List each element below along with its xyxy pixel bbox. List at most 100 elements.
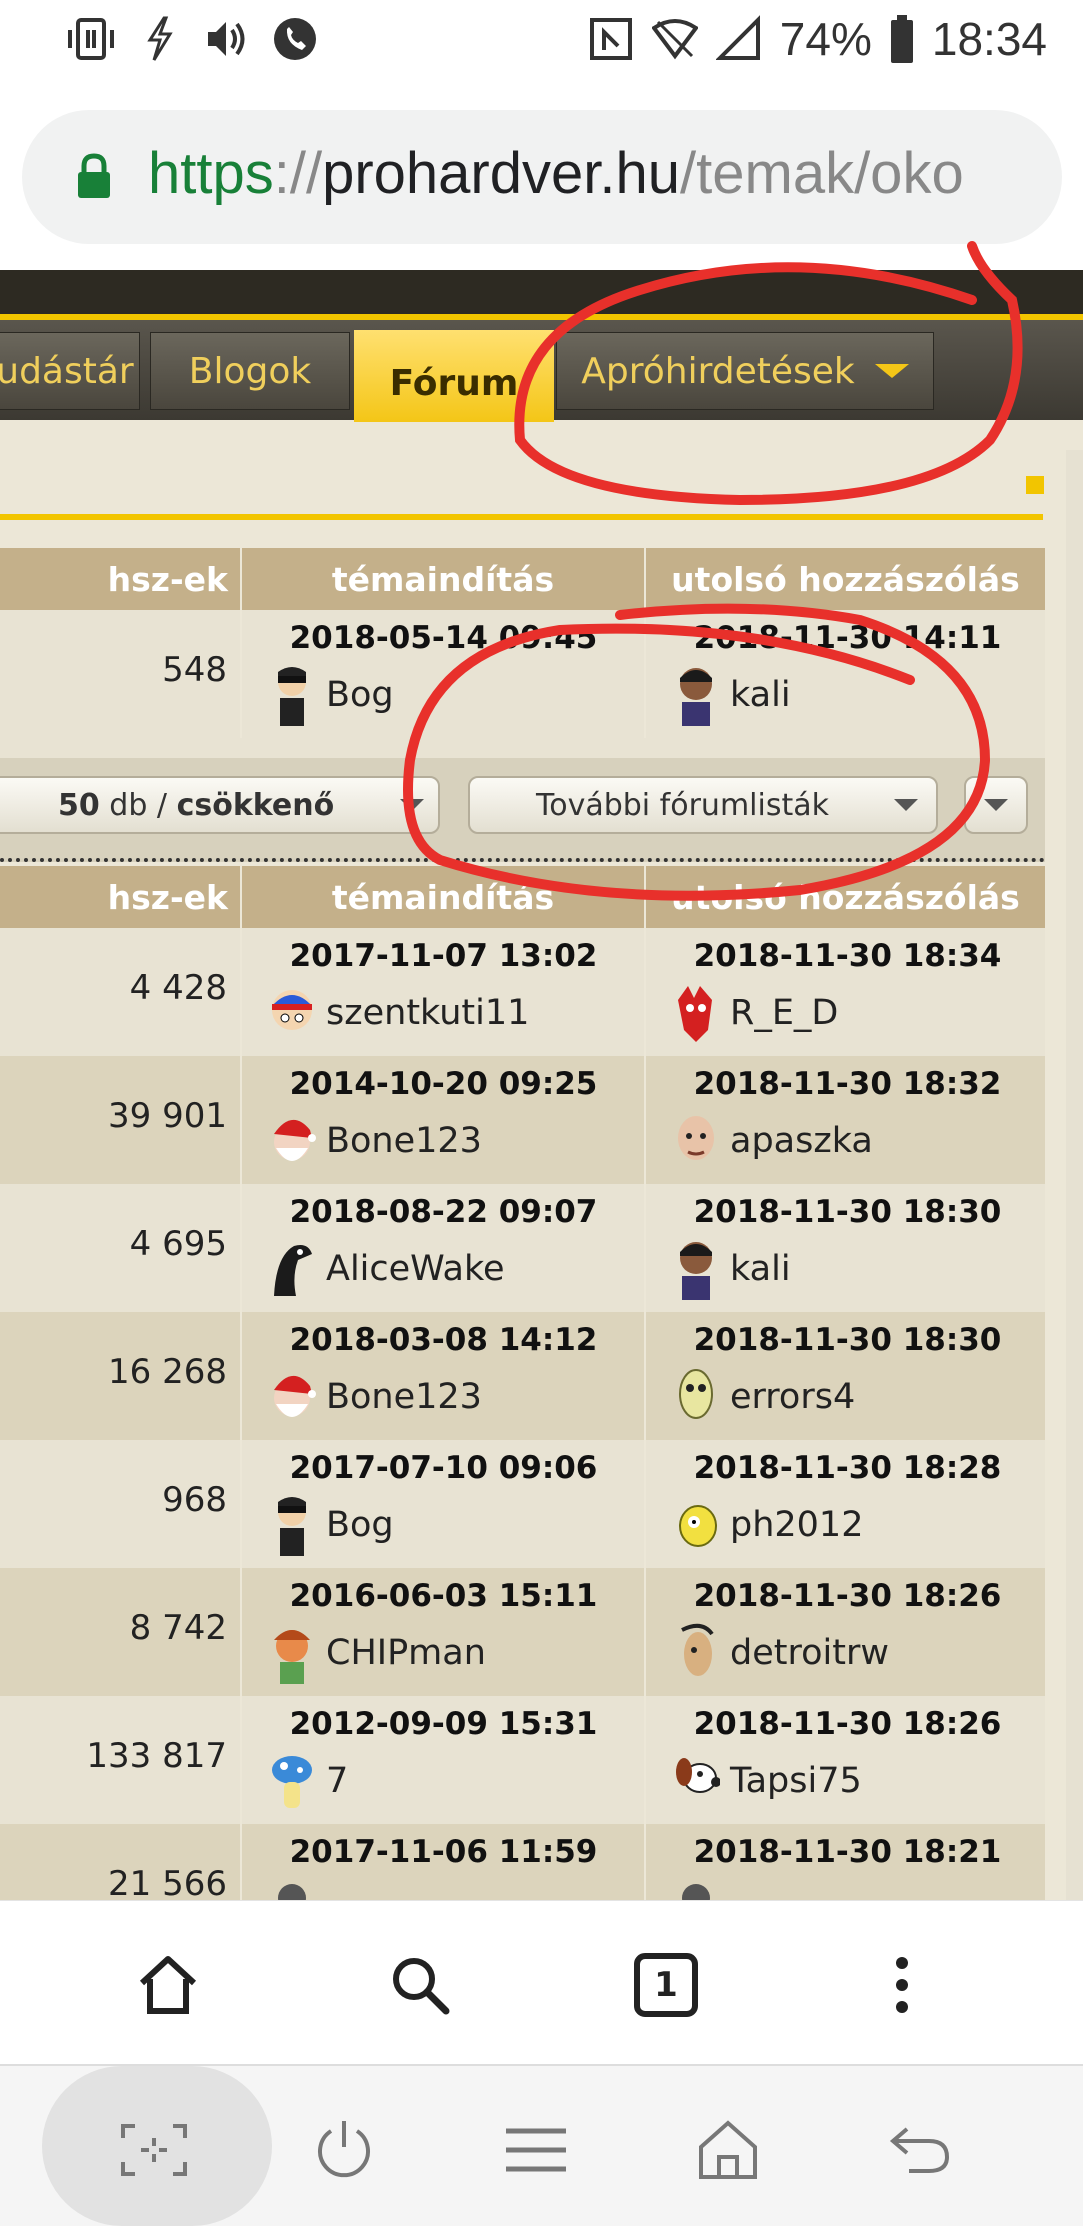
table-row[interactable]: 4 428 2017-11-07 13:02 szentkuti11 2018-11-… [0,928,1045,1056]
user-link[interactable]: CHIPman [326,1633,486,1673]
avatar [278,1884,306,1900]
last-post: 2018-11-30 18:26 Tapsi75 [650,1706,1045,1801]
last-date: 2018-11-30 14:11 [693,620,1002,656]
table-row[interactable]: 21 566 2017-11-06 11:59 2018-11-30 18:21 [0,1824,1045,1900]
post-count: 39 901 [108,1096,227,1136]
status-icons-left [68,14,318,64]
system-nav-bar [0,2066,1083,2226]
start-date: 2017-11-06 11:59 [289,1834,598,1870]
lock-icon [78,153,110,198]
tab-aprohirdetesek[interactable]: Apróhirdetések [556,332,934,410]
user-link[interactable]: detroitrw [730,1633,889,1673]
post-count: 4 428 [129,968,227,1008]
table-row[interactable]: 8 742 2016-06-03 15:11 CHIPman 2018-11-30 1… [0,1568,1045,1696]
avatar [274,1245,312,1296]
topic-start: 2014-10-20 09:25 Bone123 [246,1066,641,1161]
avatar [278,1497,306,1556]
menu-button[interactable] [862,1945,942,2025]
table-row[interactable]: 39 901 2014-10-20 09:25 Bone123 2018-11-30 … [0,1056,1045,1184]
user-link[interactable]: apaszka [730,1121,873,1161]
user-link[interactable]: szentkuti11 [326,993,529,1033]
home-button[interactable] [128,1945,208,2025]
browser-bottom-bar: 1 [0,1900,1083,2066]
tab-tudastar[interactable]: udástár [0,332,140,410]
last-date: 2018-11-30 18:26 [693,1578,1002,1614]
power-button[interactable] [304,2110,384,2190]
sort-select[interactable]: 50 db / csökkenő [0,776,440,834]
start-date: 2012-09-09 15:31 [289,1706,598,1742]
table-row[interactable]: 968 2017-07-10 09:06 Bog 2018-11-30 18:28 ph… [0,1440,1045,1568]
column-header-count[interactable]: hsz-ek [0,548,240,610]
status-bar: 74% 18:34 [0,0,1083,84]
topic-start: 2018-05-14 09:45 Bog [246,620,641,726]
url-bar[interactable]: https://prohardver.hu/temak/oko [22,110,1062,244]
home-outline-icon [699,2120,757,2179]
user-link[interactable]: Bog [326,675,394,715]
post-count: 21 566 [108,1864,227,1900]
flash-icon [147,16,173,61]
call-icon [274,18,316,60]
user-link[interactable]: kali [730,1249,791,1289]
column-header-count[interactable]: hsz-ek [0,866,240,928]
extra-select[interactable] [964,776,1028,834]
last-date: 2018-11-30 18:26 [693,1706,1002,1742]
topic-start: 2017-07-10 09:06 Bog [246,1450,641,1556]
table-row[interactable]: 16 268 2018-03-08 14:12 Bone123 2018-11-30 … [0,1312,1045,1440]
avatar [278,667,306,726]
start-date: 2018-05-14 09:45 [289,620,598,656]
search-button[interactable] [380,1945,460,2025]
last-date: 2018-11-30 18:30 [693,1194,1002,1230]
avatar [679,1369,713,1419]
wifi-icon [651,19,698,60]
user-link[interactable]: AliceWake [326,1249,505,1289]
avatar [678,1116,714,1160]
last-post: 2018-11-30 18:26 detroitrw [650,1578,1045,1676]
table-row[interactable]: 4 695 2018-08-22 09:07 AliceWake 2018-11-30… [0,1184,1045,1312]
screenshot-button[interactable] [114,2110,194,2190]
user-link[interactable]: Bone123 [326,1121,482,1161]
topic-start: 2016-06-03 15:11 CHIPman [246,1578,641,1684]
tab-blogok[interactable]: Blogok [150,332,350,410]
user-link[interactable]: 7 [326,1761,348,1801]
column-header-last[interactable]: utolsó hozzászólás [644,548,1045,610]
sort-order: csökkenő [176,787,335,823]
topic-start: 2017-11-06 11:59 [246,1834,641,1900]
table-row[interactable]: 133 817 2012-09-09 15:31 7 2018-11-30 18:26… [0,1696,1045,1824]
screenshot-icon [121,2124,187,2176]
avatar [682,1884,710,1900]
signal-icon [715,15,760,60]
url-path: /temak/oko [680,141,964,206]
start-date: 2014-10-20 09:25 [289,1066,598,1102]
column-header-last[interactable]: utolsó hozzászólás [644,866,1045,928]
user-link[interactable]: R_E_D [730,993,838,1033]
table-row[interactable]: 548 2018-05-14 09:45 Bog 2018-11-30 14:1… [0,610,1045,738]
user-link[interactable]: kali [730,675,791,715]
site-header-strip [0,270,1083,314]
more-forum-lists-select[interactable]: További fórumlisták [468,776,938,834]
post-count: 548 [162,650,227,690]
column-header-start[interactable]: témaindítás [240,866,644,928]
user-link[interactable]: ph2012 [730,1505,863,1545]
table-header: hsz-ek témaindítás utolsó hozzászólás [0,866,1045,928]
recents-button[interactable] [496,2110,576,2190]
home-nav-button[interactable] [688,2110,768,2190]
url-text[interactable]: https://prohardver.hu/temak/oko [148,140,964,207]
back-button[interactable] [880,2110,960,2190]
tab-forum[interactable]: Fórum [354,330,554,422]
user-link[interactable]: Bog [326,1505,394,1545]
post-count: 968 [162,1480,227,1520]
column-header-start[interactable]: témaindítás [240,548,644,610]
tabs-button[interactable]: 1 [626,1945,706,2025]
clock: 18:34 [931,13,1047,65]
user-link[interactable]: errors4 [730,1377,855,1417]
avatar [678,986,712,1042]
user-link[interactable]: Bone123 [326,1377,482,1417]
user-link[interactable]: Tapsi75 [730,1761,862,1801]
last-post: 2018-11-30 18:34 R_E_D [650,938,1045,1042]
browser-toolbar: https://prohardver.hu/temak/oko [0,84,1083,270]
last-date: 2018-11-30 18:34 [693,938,1002,974]
accent-square [1026,476,1044,494]
last-post: 2018-11-30 18:30 errors4 [650,1322,1045,1419]
post-count: 4 695 [129,1224,227,1264]
tabs-count: 1 [654,1965,678,2005]
